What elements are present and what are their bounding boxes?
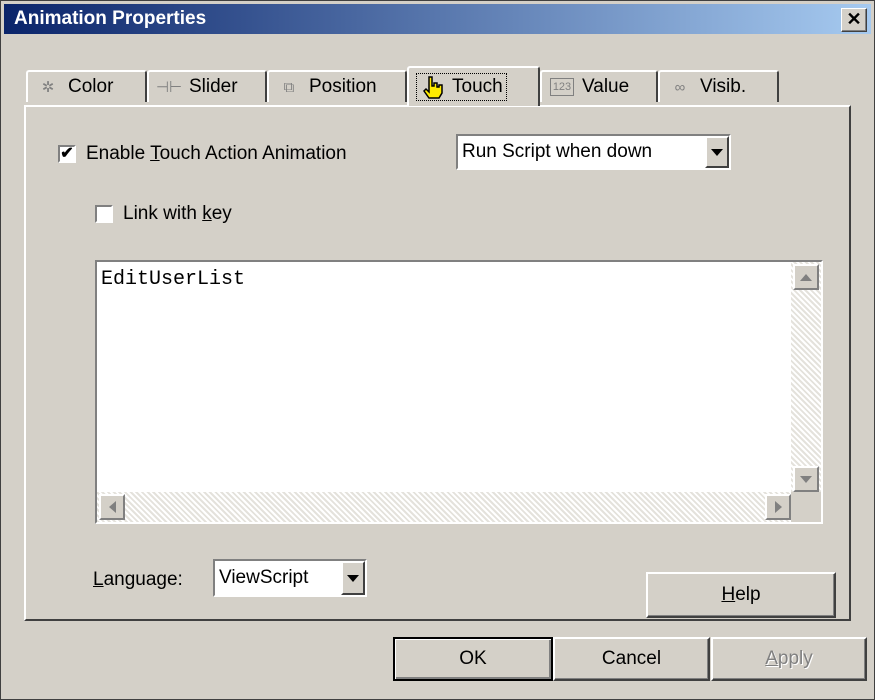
- vertical-scrollbar[interactable]: [791, 262, 821, 492]
- tab-label: Touch: [452, 76, 503, 97]
- touch-action-select[interactable]: Run Script when down: [456, 134, 731, 170]
- language-dropdown-button[interactable]: [341, 561, 365, 595]
- touch-action-value: Run Script when down: [462, 141, 653, 162]
- tab-label: Color: [68, 76, 114, 97]
- touch-tab-panel: ✔ Enable Touch Action Animation Run Scri…: [24, 105, 851, 621]
- tab-value[interactable]: 123 Value: [540, 70, 658, 102]
- tab-touch[interactable]: Touch: [407, 66, 540, 106]
- color-wheel-icon: ✲: [41, 79, 55, 96]
- help-button-label: Help: [721, 584, 761, 605]
- close-icon: ✕: [846, 9, 862, 29]
- enable-touch-row[interactable]: ✔ Enable Touch Action Animation: [58, 143, 347, 165]
- apply-button-label: Apply: [765, 648, 813, 669]
- arrow-left-icon: [108, 501, 116, 513]
- tab-label: Visib.: [700, 76, 747, 97]
- enable-touch-checkbox[interactable]: ✔: [58, 145, 76, 163]
- language-label: Language:: [93, 569, 183, 590]
- slider-icon: ⊣⊢: [155, 79, 183, 96]
- title-bar[interactable]: Animation Properties ✕: [4, 4, 871, 34]
- script-text[interactable]: EditUserList: [101, 268, 245, 291]
- ok-button[interactable]: OK: [393, 637, 553, 681]
- window-title: Animation Properties: [14, 8, 207, 29]
- tab-label: Value: [582, 76, 630, 97]
- script-editor[interactable]: EditUserList: [95, 260, 823, 524]
- link-key-row[interactable]: Link with key: [95, 203, 232, 225]
- arrow-down-icon: [800, 475, 812, 483]
- tab-label: Position: [309, 76, 377, 97]
- cancel-button-label: Cancel: [601, 648, 662, 669]
- language-select[interactable]: ViewScript: [213, 559, 367, 597]
- close-button[interactable]: ✕: [841, 8, 867, 32]
- tab-label: Slider: [189, 76, 238, 97]
- chevron-down-icon: [711, 148, 723, 156]
- scrollbar-corner: [791, 492, 821, 522]
- scroll-right-button[interactable]: [765, 494, 791, 520]
- tab-slider[interactable]: ⊣⊢ Slider: [147, 70, 267, 102]
- link-key-checkbox[interactable]: [95, 205, 113, 223]
- glasses-icon: ∞: [674, 78, 686, 96]
- language-value: ViewScript: [219, 567, 309, 588]
- chevron-down-icon: [347, 574, 359, 582]
- touch-action-dropdown-button[interactable]: [705, 136, 729, 168]
- tab-position[interactable]: ⧉ Position: [267, 70, 407, 102]
- tab-visibility[interactable]: ∞ Visib.: [658, 70, 779, 102]
- enable-touch-label: Enable Touch Action Animation: [86, 143, 347, 164]
- apply-button: Apply: [711, 637, 867, 681]
- scroll-up-button[interactable]: [793, 264, 819, 290]
- tab-touch-focus: Touch: [416, 73, 507, 101]
- scroll-left-button[interactable]: [99, 494, 125, 520]
- hand-pointer-icon: [420, 76, 444, 99]
- position-icon: ⧉: [283, 78, 295, 96]
- value-123-icon: 123: [550, 78, 574, 96]
- checkmark-icon: ✔: [60, 145, 74, 162]
- ok-button-label: OK: [459, 648, 487, 669]
- cancel-button[interactable]: Cancel: [553, 637, 710, 681]
- tab-color[interactable]: ✲ Color: [26, 70, 147, 102]
- help-button[interactable]: Help: [646, 572, 836, 618]
- link-key-label: Link with key: [123, 203, 232, 224]
- scroll-down-button[interactable]: [793, 466, 819, 492]
- animation-properties-dialog: Animation Properties ✕ ✲ Color ⊣⊢ Slider…: [0, 0, 875, 700]
- horizontal-scrollbar[interactable]: [97, 492, 791, 522]
- arrow-up-icon: [800, 273, 812, 281]
- arrow-right-icon: [774, 501, 782, 513]
